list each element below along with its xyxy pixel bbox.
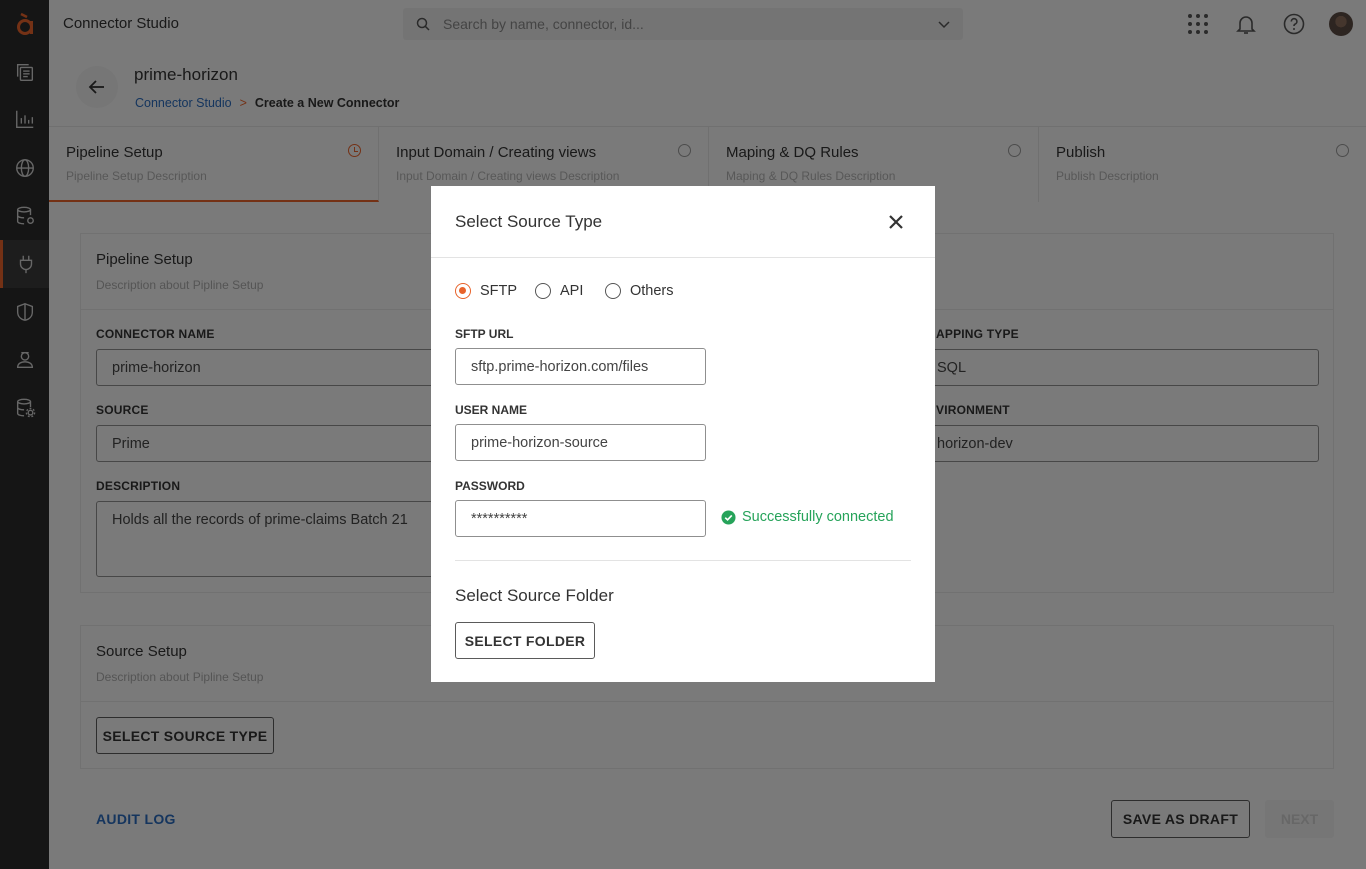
password-field[interactable]: **********	[455, 500, 706, 537]
status-text: Successfully connected	[742, 509, 894, 525]
select-folder-button[interactable]: SELECT FOLDER	[455, 622, 595, 659]
radio-label: API	[560, 283, 584, 299]
password-label: PASSWORD	[455, 479, 525, 493]
select-folder-title: Select Source Folder	[455, 586, 614, 605]
radio-dot	[535, 283, 551, 299]
divider	[455, 560, 911, 561]
modal-title: Select Source Type	[455, 212, 603, 231]
radio-others[interactable]: Others	[605, 283, 674, 299]
select-source-type-modal: Select Source Type SFTP API Others SFTP …	[431, 186, 935, 682]
sftp-url-label: SFTP URL	[455, 327, 514, 341]
radio-label: Others	[630, 283, 674, 299]
close-icon[interactable]	[887, 213, 905, 231]
connection-status: Successfully connected	[721, 509, 894, 525]
radio-label: SFTP	[480, 283, 518, 299]
radio-dot	[455, 283, 471, 299]
sftp-url-field[interactable]: sftp.prime-horizon.com/files	[455, 348, 706, 385]
divider	[431, 257, 935, 258]
radio-sftp[interactable]: SFTP	[455, 283, 517, 299]
user-name-label: USER NAME	[455, 403, 528, 417]
radio-api[interactable]: API	[535, 283, 583, 299]
radio-dot	[605, 283, 621, 299]
user-name-field[interactable]: prime-horizon-source	[455, 424, 706, 461]
check-circle-icon	[721, 509, 736, 525]
